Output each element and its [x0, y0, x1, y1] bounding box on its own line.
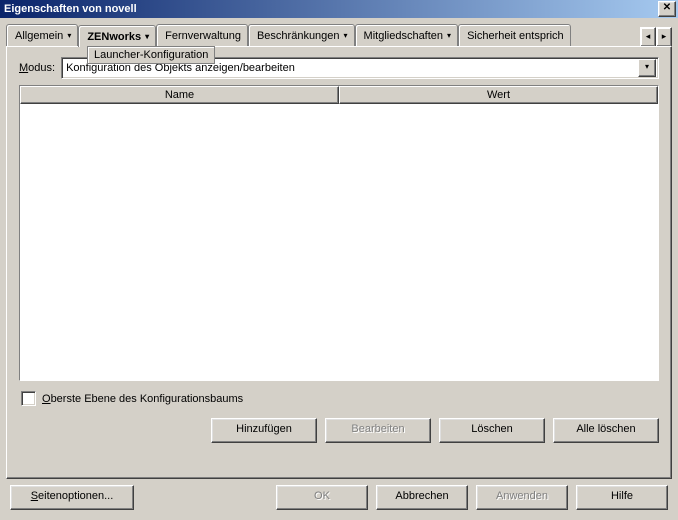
dialog-footer: Seitenoptionen... OK Abbrechen Anwenden … [0, 485, 678, 520]
edit-button[interactable]: Bearbeiten [325, 418, 431, 443]
cancel-button[interactable]: Abbrechen [376, 485, 468, 510]
tab-bar: Allgemein ▾ ZENworks ▾ Fernverwaltung Be… [0, 18, 678, 47]
page-options-button[interactable]: Seitenoptionen... [10, 485, 134, 510]
titlebar: Eigenschaften von novell ✕ [0, 0, 678, 18]
window-title: Eigenschaften von novell [4, 3, 658, 15]
tab-scroll-right[interactable]: ▸ [656, 27, 672, 47]
tab-beschraenkungen[interactable]: Beschränkungen ▾ [248, 24, 355, 47]
submenu-item-label: Launcher-Konfiguration [94, 49, 208, 61]
dropdown-arrow-icon: ▾ [447, 32, 451, 40]
apply-button[interactable]: Anwenden [476, 485, 568, 510]
properties-dialog: Eigenschaften von novell ✕ Allgemein ▾ Z… [0, 0, 678, 520]
tab-fernverwaltung[interactable]: Fernverwaltung [156, 24, 248, 47]
tab-label: Allgemein [15, 30, 63, 42]
add-button[interactable]: Hinzufügen [211, 418, 317, 443]
close-button[interactable]: ✕ [658, 1, 676, 17]
main-panel: Modus: Konfiguration des Objekts anzeige… [6, 46, 672, 479]
dropdown-arrow-icon: ▾ [344, 32, 348, 40]
table-header: Name Wert [20, 86, 658, 104]
delete-all-button[interactable]: Alle löschen [553, 418, 659, 443]
top-level-checkbox-label: Oberste Ebene des Konfigurationsbaums [42, 393, 243, 405]
table-buttons: Hinzufügen Bearbeiten Löschen Alle lösch… [19, 412, 659, 443]
column-header-value[interactable]: Wert [339, 86, 658, 104]
tab-allgemein[interactable]: Allgemein ▾ [6, 24, 78, 47]
mode-label: Modus: [19, 62, 55, 74]
tab-label: Sicherheit entsprich [467, 30, 564, 42]
dropdown-arrow-icon: ▾ [145, 33, 149, 41]
tab-scroll: ◂ ▸ [640, 27, 672, 47]
tab-label: Beschränkungen [257, 30, 340, 42]
dropdown-button-icon[interactable]: ▾ [638, 59, 656, 77]
delete-button[interactable]: Löschen [439, 418, 545, 443]
tab-zenworks[interactable]: ZENworks ▾ [78, 25, 156, 47]
tab-scroll-left[interactable]: ◂ [640, 27, 656, 47]
tab-label: ZENworks [87, 31, 141, 43]
tab-mitgliedschaften[interactable]: Mitgliedschaften ▾ [355, 24, 459, 47]
tab-sicherheit[interactable]: Sicherheit entsprich [458, 24, 571, 47]
ok-button[interactable]: OK [276, 485, 368, 510]
table-body[interactable] [20, 104, 658, 380]
tab-submenu[interactable]: Launcher-Konfiguration [87, 46, 215, 64]
top-level-checkbox[interactable] [21, 391, 36, 406]
tab-list: Allgemein ▾ ZENworks ▾ Fernverwaltung Be… [6, 24, 636, 47]
tab-label: Fernverwaltung [165, 30, 241, 42]
column-header-name[interactable]: Name [20, 86, 339, 104]
dropdown-arrow-icon: ▾ [67, 32, 71, 40]
config-table: Name Wert [19, 85, 659, 381]
top-level-checkbox-row: Oberste Ebene des Konfigurationsbaums [19, 387, 659, 406]
help-button[interactable]: Hilfe [576, 485, 668, 510]
tab-label: Mitgliedschaften [364, 30, 444, 42]
